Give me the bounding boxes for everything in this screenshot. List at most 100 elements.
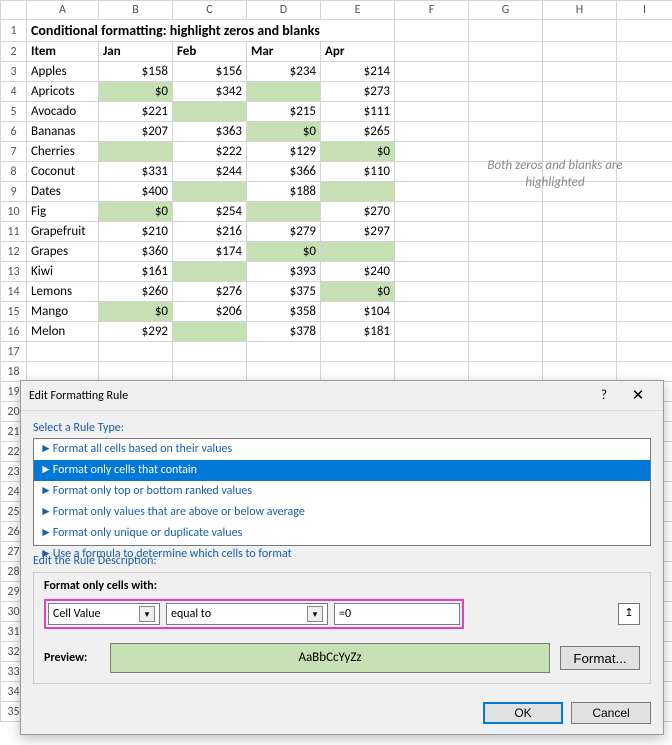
- data-cell[interactable]: $393: [247, 262, 321, 282]
- rule-type-item[interactable]: ► Format only cells that contain: [34, 460, 650, 481]
- criteria-type-combo[interactable]: Cell Value ▾: [48, 603, 160, 625]
- row-header[interactable]: 3: [1, 62, 27, 82]
- data-cell[interactable]: $210: [99, 222, 173, 242]
- data-cell[interactable]: $234: [247, 62, 321, 82]
- data-cell[interactable]: $129: [247, 142, 321, 162]
- item-name[interactable]: Apricots: [27, 82, 99, 102]
- data-cell[interactable]: $174: [173, 242, 247, 262]
- data-cell[interactable]: $0: [99, 302, 173, 322]
- col-header[interactable]: B: [99, 1, 173, 20]
- row-header[interactable]: 1: [1, 20, 27, 42]
- data-cell[interactable]: $104: [321, 302, 395, 322]
- criteria-operator-combo[interactable]: equal to ▾: [166, 603, 328, 625]
- close-button[interactable]: ✕: [621, 385, 655, 407]
- data-cell[interactable]: [99, 142, 173, 162]
- item-name[interactable]: Kiwi: [27, 262, 99, 282]
- item-name[interactable]: Avocado: [27, 102, 99, 122]
- col-header[interactable]: C: [173, 1, 247, 20]
- col-header[interactable]: F: [395, 1, 469, 20]
- data-cell[interactable]: $222: [173, 142, 247, 162]
- row-header[interactable]: 14: [1, 282, 27, 302]
- col-header[interactable]: G: [469, 1, 543, 20]
- data-cell[interactable]: $221: [99, 102, 173, 122]
- row-header[interactable]: 5: [1, 102, 27, 122]
- row-header[interactable]: 15: [1, 302, 27, 322]
- collapse-dialog-button[interactable]: ↥: [618, 603, 640, 625]
- item-name[interactable]: Cherries: [27, 142, 99, 162]
- rule-type-item[interactable]: ► Format only top or bottom ranked value…: [34, 481, 650, 502]
- data-cell[interactable]: $375: [247, 282, 321, 302]
- data-cell[interactable]: $0: [99, 202, 173, 222]
- header-jan[interactable]: Jan: [99, 42, 173, 62]
- row-header[interactable]: 8: [1, 162, 27, 182]
- data-cell[interactable]: $331: [99, 162, 173, 182]
- col-header[interactable]: I: [617, 1, 672, 20]
- item-name[interactable]: Bananas: [27, 122, 99, 142]
- row-header[interactable]: 4: [1, 82, 27, 102]
- data-cell[interactable]: [247, 202, 321, 222]
- data-cell[interactable]: $0: [247, 122, 321, 142]
- data-cell[interactable]: $265: [321, 122, 395, 142]
- data-cell[interactable]: $292: [99, 322, 173, 342]
- data-cell[interactable]: [321, 242, 395, 262]
- data-cell[interactable]: $111: [321, 102, 395, 122]
- data-cell[interactable]: $260: [99, 282, 173, 302]
- data-cell[interactable]: $360: [99, 242, 173, 262]
- rule-type-item[interactable]: ► Format only unique or duplicate values: [34, 523, 650, 544]
- header-apr[interactable]: Apr: [321, 42, 395, 62]
- item-name[interactable]: Fig: [27, 202, 99, 222]
- item-name[interactable]: Melon: [27, 322, 99, 342]
- data-cell[interactable]: [321, 182, 395, 202]
- data-cell[interactable]: $297: [321, 222, 395, 242]
- data-cell[interactable]: $0: [99, 82, 173, 102]
- format-button[interactable]: Format...: [560, 646, 640, 670]
- data-cell[interactable]: $378: [247, 322, 321, 342]
- data-cell[interactable]: [247, 82, 321, 102]
- row-header[interactable]: 17: [1, 342, 27, 362]
- data-cell[interactable]: $363: [173, 122, 247, 142]
- data-cell[interactable]: $342: [173, 82, 247, 102]
- data-cell[interactable]: $181: [321, 322, 395, 342]
- row-header[interactable]: 16: [1, 322, 27, 342]
- item-name[interactable]: Coconut: [27, 162, 99, 182]
- item-name[interactable]: Dates: [27, 182, 99, 202]
- data-cell[interactable]: [173, 322, 247, 342]
- data-cell[interactable]: $161: [99, 262, 173, 282]
- row-header[interactable]: 12: [1, 242, 27, 262]
- data-cell[interactable]: $254: [173, 202, 247, 222]
- help-button[interactable]: ?: [587, 385, 621, 407]
- row-header[interactable]: 9: [1, 182, 27, 202]
- data-cell[interactable]: $244: [173, 162, 247, 182]
- header-feb[interactable]: Feb: [173, 42, 247, 62]
- header-mar[interactable]: Mar: [247, 42, 321, 62]
- data-cell[interactable]: $400: [99, 182, 173, 202]
- dialog-titlebar[interactable]: Edit Formatting Rule ? ✕: [21, 381, 663, 411]
- data-cell[interactable]: $216: [173, 222, 247, 242]
- row-header[interactable]: 2: [1, 42, 27, 62]
- cancel-button[interactable]: Cancel: [571, 702, 651, 724]
- item-name[interactable]: Grapes: [27, 242, 99, 262]
- data-cell[interactable]: $273: [321, 82, 395, 102]
- row-header[interactable]: 11: [1, 222, 27, 242]
- data-cell[interactable]: $0: [321, 282, 395, 302]
- col-header[interactable]: A: [27, 1, 99, 20]
- row-header[interactable]: 10: [1, 202, 27, 222]
- rule-type-item[interactable]: ► Format only values that are above or b…: [34, 502, 650, 523]
- data-cell[interactable]: $366: [247, 162, 321, 182]
- data-cell[interactable]: $156: [173, 62, 247, 82]
- data-cell[interactable]: [173, 262, 247, 282]
- col-header[interactable]: D: [247, 1, 321, 20]
- data-cell[interactable]: $215: [247, 102, 321, 122]
- row-header[interactable]: 7: [1, 142, 27, 162]
- data-cell[interactable]: $240: [321, 262, 395, 282]
- item-name[interactable]: Grapefruit: [27, 222, 99, 242]
- data-cell[interactable]: $270: [321, 202, 395, 222]
- col-header[interactable]: H: [543, 1, 617, 20]
- data-cell[interactable]: [173, 102, 247, 122]
- row-header[interactable]: 13: [1, 262, 27, 282]
- row-header[interactable]: 6: [1, 122, 27, 142]
- item-name[interactable]: Mango: [27, 302, 99, 322]
- data-cell[interactable]: [173, 182, 247, 202]
- rule-type-list[interactable]: ► Format all cells based on their values…: [33, 438, 651, 546]
- ok-button[interactable]: OK: [483, 702, 563, 724]
